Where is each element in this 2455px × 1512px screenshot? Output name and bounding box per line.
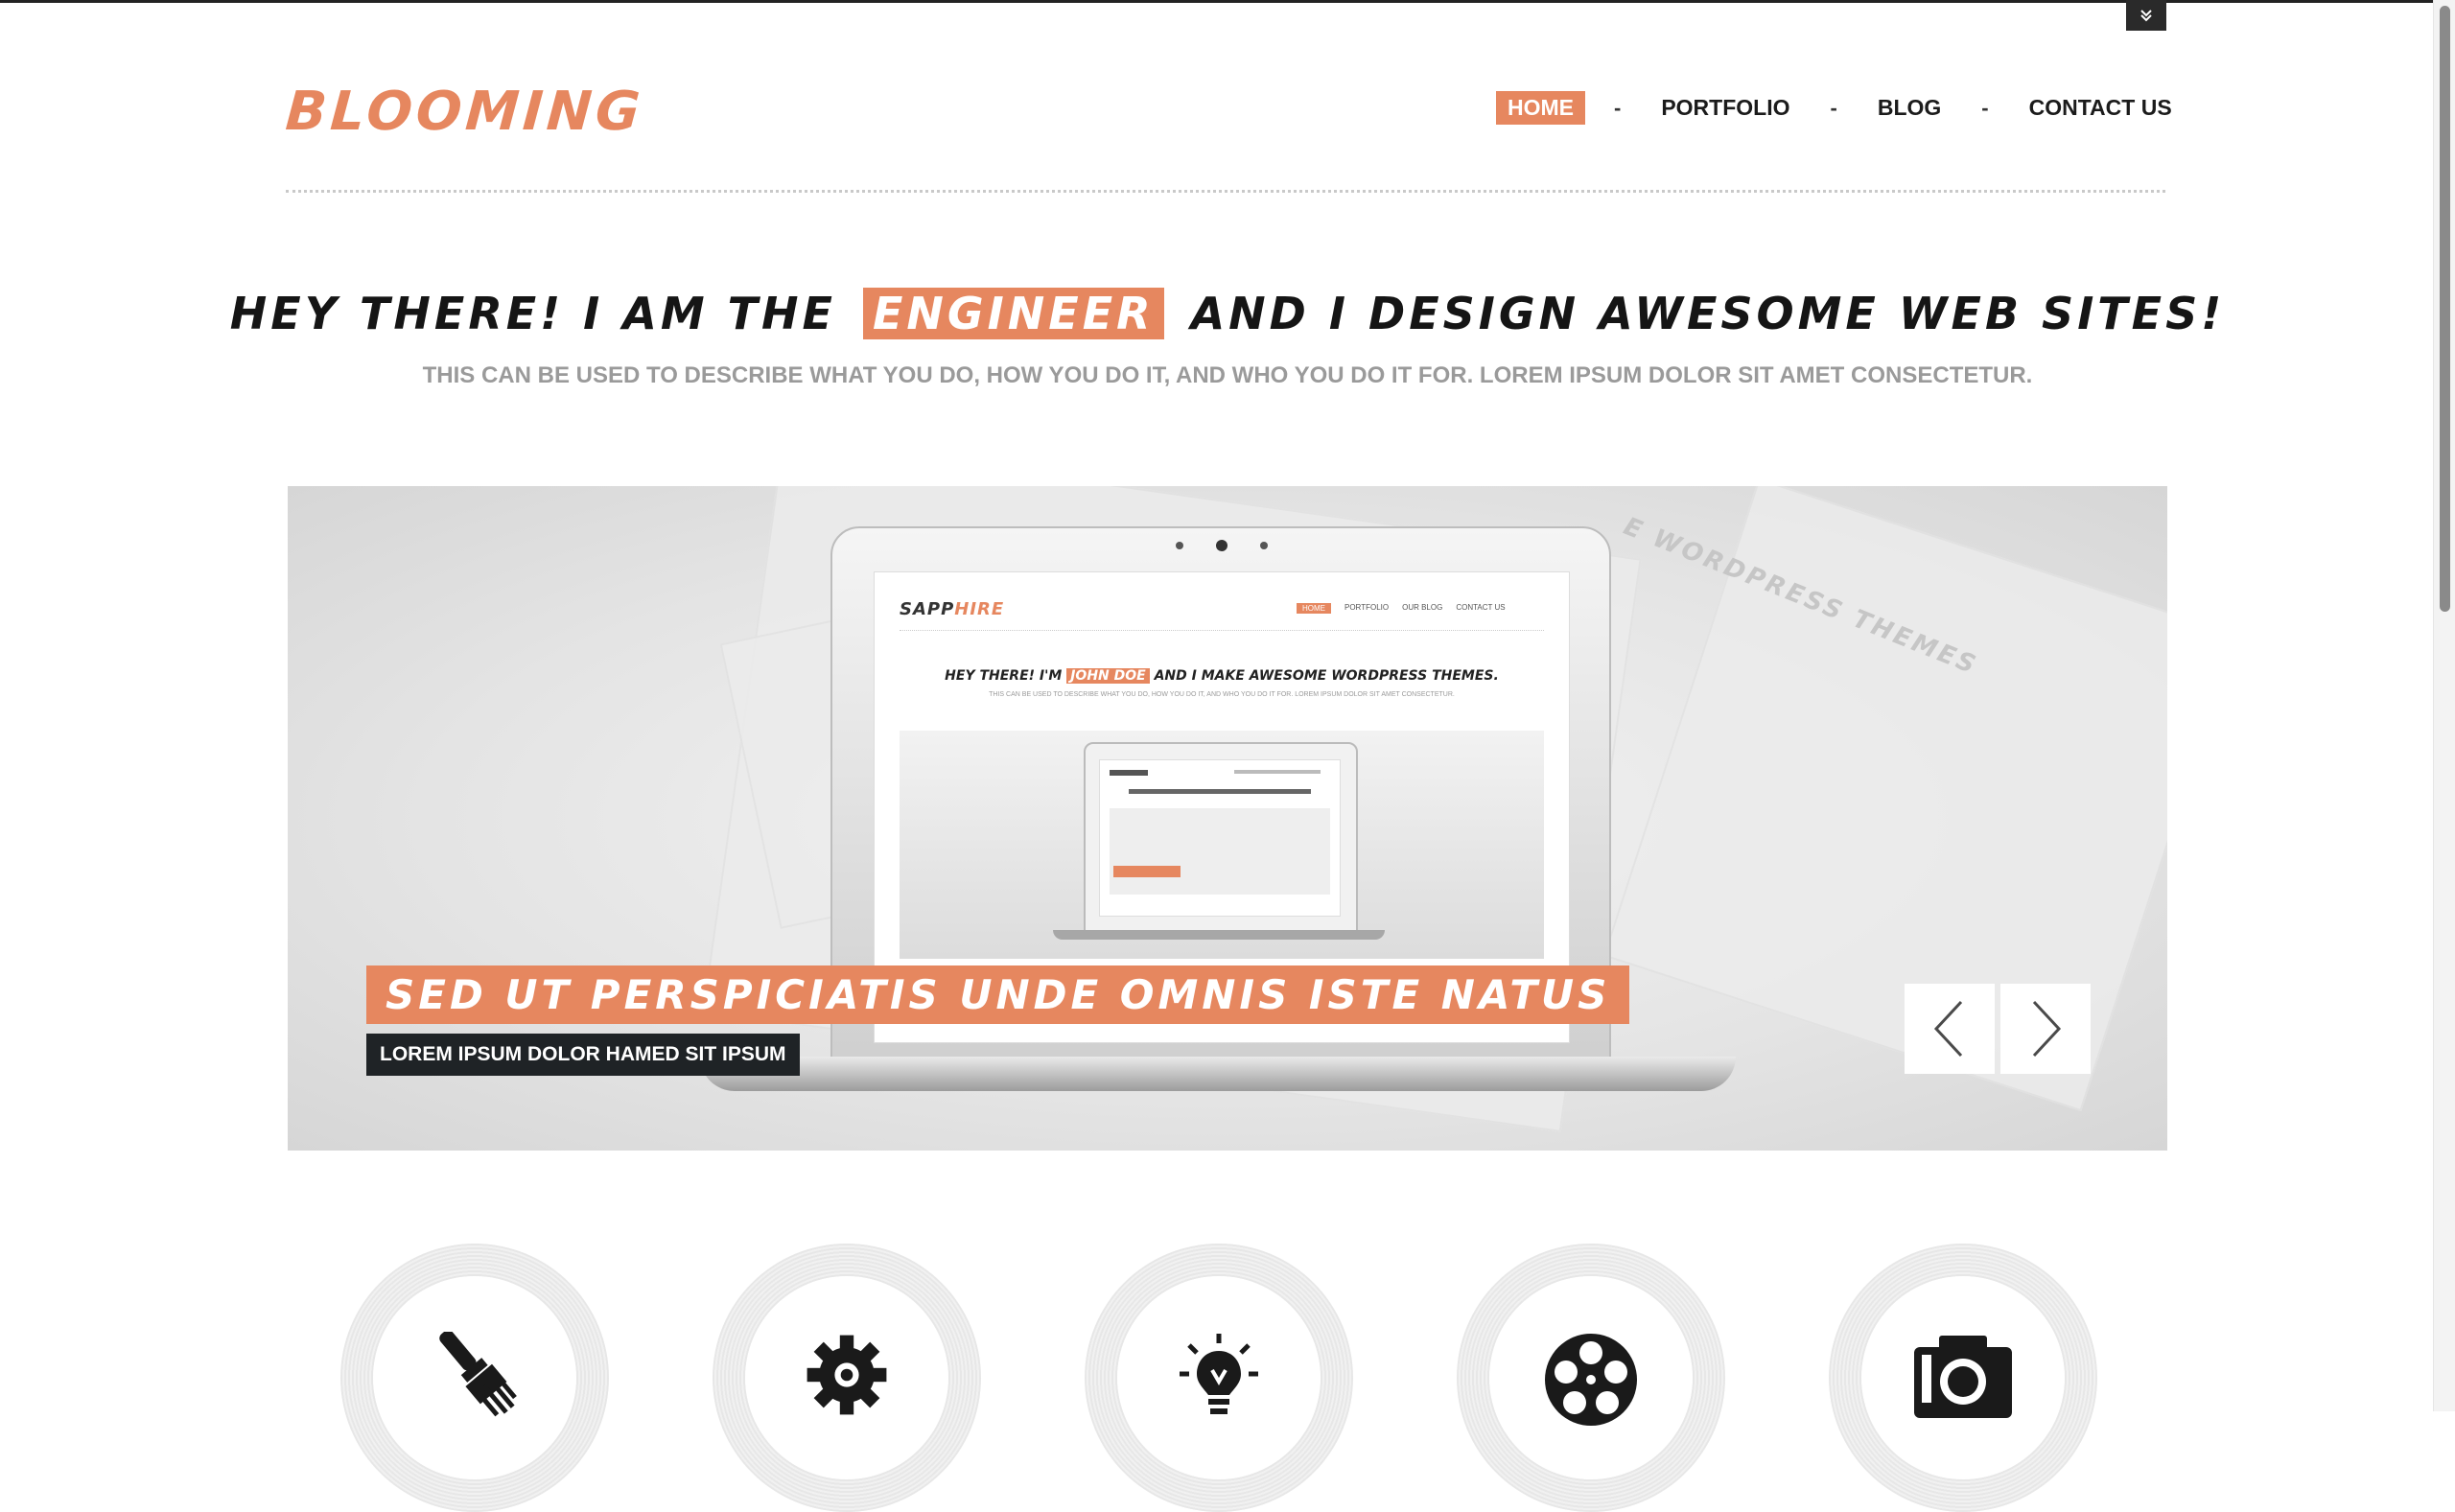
double-chevron-down-icon xyxy=(2140,10,2152,22)
nested-laptop-screen xyxy=(1099,759,1341,917)
site-logo[interactable]: BLOOMING xyxy=(284,81,646,143)
nested-laptop-base xyxy=(1053,930,1385,940)
lightbulb-icon xyxy=(1180,1334,1258,1414)
nav-contact-us[interactable]: CONTACT US xyxy=(2018,91,2184,125)
scrollbar[interactable] xyxy=(2433,0,2455,1411)
nav-blog[interactable]: BLOG xyxy=(1866,91,1952,125)
nav-home[interactable]: HOME xyxy=(1496,91,1585,125)
headline-before: HEY THERE! I AM THE xyxy=(229,288,836,339)
slide-caption-title: SED UT PERSPICIATIS UNDE OMNIS ISTE NATU… xyxy=(366,965,1630,1024)
mock-site-logo: SAPPHIRE xyxy=(900,599,1005,619)
camera-icon xyxy=(1914,1336,2012,1418)
laptop-sensor xyxy=(1260,542,1268,549)
service-camera[interactable] xyxy=(1829,1244,2097,1512)
nav-separator: - xyxy=(1830,95,1837,120)
services-row xyxy=(0,1244,2455,1512)
panel-toggle-button[interactable] xyxy=(2126,0,2166,31)
nested-laptop-mockup xyxy=(1084,742,1358,936)
header-divider xyxy=(286,190,2165,193)
film-reel-icon xyxy=(1545,1334,1637,1426)
nav-portfolio[interactable]: PORTFOLIO xyxy=(1649,91,1801,125)
service-film-reel[interactable] xyxy=(1457,1244,1725,1512)
mock-site-nav: HOME PORTFOLIO OUR BLOG CONTACT US xyxy=(1297,603,1506,614)
slide-caption-subtitle: LOREM IPSUM DOLOR HAMED SIT IPSUM xyxy=(366,1034,800,1076)
nav-separator: - xyxy=(1981,95,1989,120)
hero-subheadline: THIS CAN BE USED TO DESCRIBE WHAT YOU DO… xyxy=(422,362,2033,388)
service-lightbulb[interactable] xyxy=(1085,1244,1353,1512)
service-gear[interactable] xyxy=(713,1244,981,1512)
laptop-sensor xyxy=(1176,542,1183,549)
slider-next-button[interactable] xyxy=(2000,984,2091,1074)
gear-icon xyxy=(807,1335,887,1415)
image-slider[interactable]: E WORDPRESS THEMES SAPPHIRE HOME PORTFOL… xyxy=(288,486,2167,1151)
service-paintbrush[interactable] xyxy=(340,1244,609,1512)
mock-site-subheadline: THIS CAN BE USED TO DESCRIBE WHAT YOU DO… xyxy=(989,691,1455,698)
slider-prev-button[interactable] xyxy=(1905,984,1995,1074)
nav-separator: - xyxy=(1614,95,1622,120)
chevron-left-icon xyxy=(1933,1000,1963,1058)
mock-site-divider xyxy=(900,630,1544,631)
headline-after: AND I DESIGN AWESOME WEB SITES! xyxy=(1190,288,2226,339)
chevron-right-icon xyxy=(2032,1000,2062,1058)
mock-site-headline: HEY THERE! I'M JOHN DOE AND I MAKE AWESO… xyxy=(945,668,1499,684)
mock-site-slider xyxy=(900,731,1544,959)
laptop-base xyxy=(700,1057,1736,1091)
hero-headline: HEY THERE! I AM THE ENGINEER AND I DESIG… xyxy=(0,288,2455,339)
headline-highlight: ENGINEER xyxy=(863,288,1164,339)
laptop-camera xyxy=(1216,540,1228,551)
paintbrush-icon xyxy=(439,1332,517,1417)
top-border xyxy=(0,0,2433,3)
main-nav: HOME - PORTFOLIO - BLOG - CONTACT US xyxy=(1496,91,2184,125)
scrollbar-thumb[interactable] xyxy=(2440,6,2450,612)
